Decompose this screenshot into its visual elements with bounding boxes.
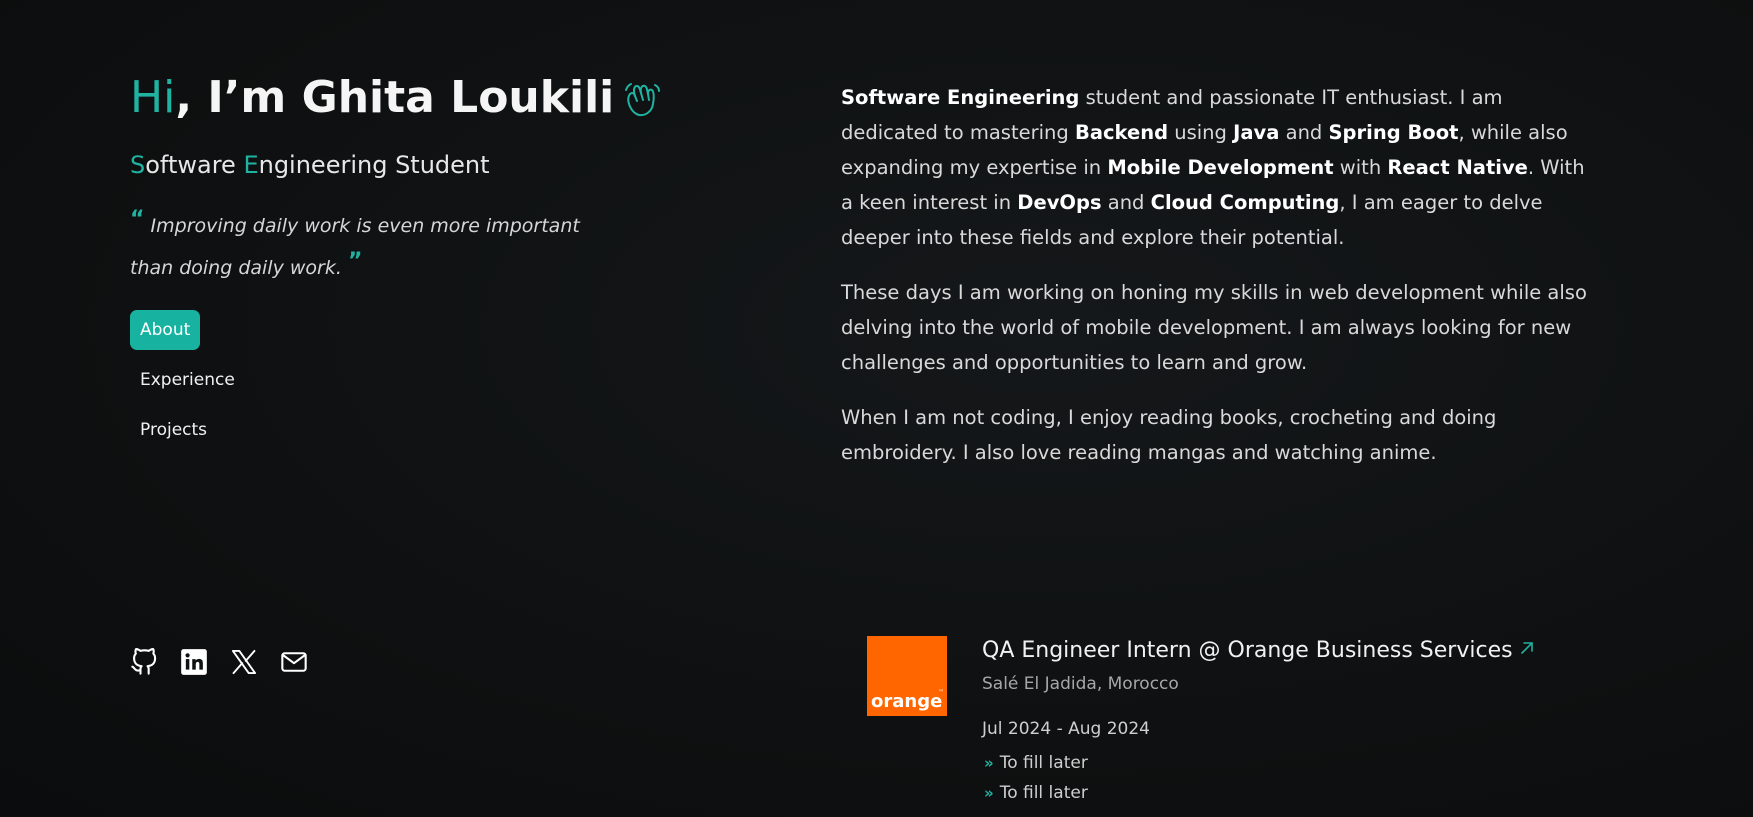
nav-item-about[interactable]: About: [130, 310, 201, 350]
subtitle-s-accent: S: [130, 151, 146, 179]
hero-title: Hi, I’m Ghita Loukili: [130, 66, 661, 130]
linkedin-icon[interactable]: [180, 648, 208, 676]
hero-name: , I’m Ghita Loukili: [175, 72, 615, 123]
orange-logo: orange ™: [867, 636, 947, 716]
experience-title-link[interactable]: QA Engineer Intern @ Orange Business Ser…: [982, 636, 1535, 666]
mail-icon[interactable]: [280, 648, 308, 676]
chevron-double-right-icon: »: [984, 784, 994, 802]
subtitle-part-2: ngineering Student: [258, 151, 490, 179]
external-arrow-icon: [1520, 642, 1533, 654]
about-paragraph-1: Software Engineering student and passion…: [841, 86, 1585, 249]
hero-greeting: Hi: [130, 72, 176, 123]
x-twitter-icon[interactable]: [230, 648, 258, 676]
experience-item: orange ™ QA Engineer Intern @ Orange Bus…: [867, 636, 1587, 808]
subtitle: Software Engineering Student: [130, 148, 630, 182]
nav-item-projects[interactable]: Projects: [130, 410, 217, 450]
experience-location: Salé El Jadida, Morocco: [982, 674, 1179, 694]
list-item: » To fill later: [984, 753, 1088, 773]
social-links: [130, 648, 308, 676]
about-paragraph-2: These days I am working on honing my ski…: [841, 281, 1587, 374]
experience-date: Jul 2024 - Aug 2024: [982, 719, 1150, 739]
subtitle-part-1: oftware: [145, 151, 244, 179]
quote-open-mark: “: [130, 207, 145, 232]
experience-details: QA Engineer Intern @ Orange Business Ser…: [982, 636, 1535, 808]
waving-hand-icon: [625, 83, 661, 117]
chevron-double-right-icon: »: [984, 754, 994, 772]
nav-item-experience[interactable]: Experience: [130, 360, 245, 400]
experience-bullets: » To fill later » To fill later: [982, 748, 1535, 808]
list-item: » To fill later: [984, 783, 1088, 803]
subtitle-e-accent: E: [243, 151, 259, 179]
quote: “ Improving daily work is even more impo…: [130, 202, 600, 286]
about-section: Software Engineering student and passion…: [841, 80, 1591, 490]
github-icon[interactable]: [130, 648, 158, 676]
portfolio-page: Hi, I’m Ghita Loukili Software Engineeri…: [0, 0, 1753, 817]
intro-column: Hi, I’m Ghita Loukili Software Engineeri…: [130, 66, 661, 450]
section-nav: About Experience Projects: [130, 310, 630, 450]
quote-close-mark: ”: [347, 249, 363, 274]
about-paragraph-3: When I am not coding, I enjoy reading bo…: [841, 406, 1497, 464]
